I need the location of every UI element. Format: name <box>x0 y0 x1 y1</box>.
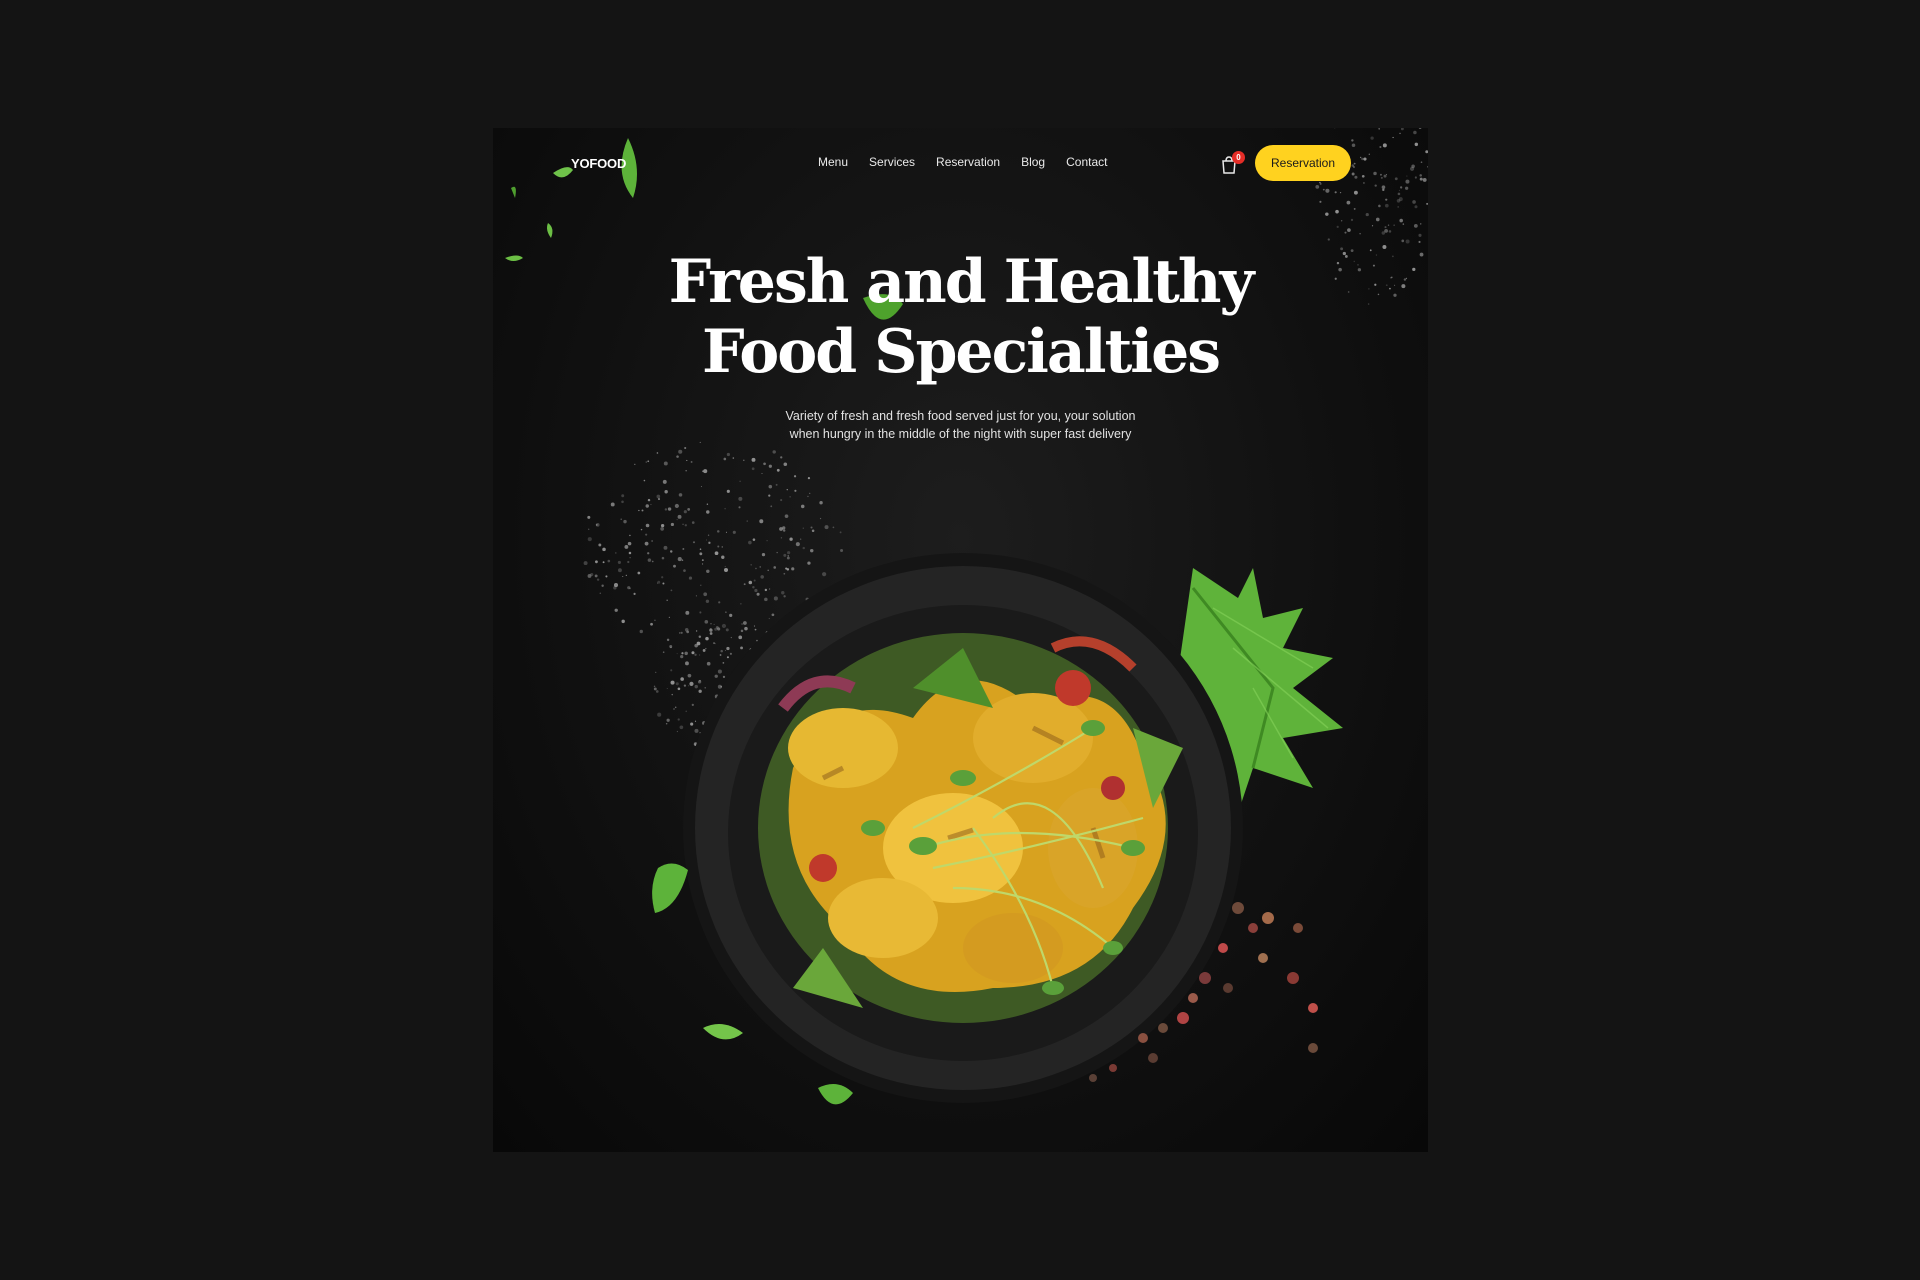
hero-title: Fresh and Healthy Food Specialties <box>493 247 1428 387</box>
leaf-icon <box>703 1024 743 1040</box>
reservation-button[interactable]: Reservation <box>1255 145 1351 181</box>
landing-page: YOFOOD Menu Services Reservation Blog Co… <box>493 128 1428 1152</box>
nav-item-reservation[interactable]: Reservation <box>936 155 1000 169</box>
hero-title-line1: Fresh and Healthy <box>668 247 1255 317</box>
logo[interactable]: YOFOOD <box>571 156 626 171</box>
cart-button[interactable]: 0 <box>1219 151 1245 177</box>
leaf-icon <box>818 1084 853 1105</box>
main-nav: Menu Services Reservation Blog Contact <box>818 155 1107 169</box>
nav-item-blog[interactable]: Blog <box>1021 155 1045 169</box>
leaf-icon <box>553 167 573 178</box>
nav-item-contact[interactable]: Contact <box>1066 155 1107 169</box>
cart-badge: 0 <box>1232 151 1245 164</box>
nav-item-services[interactable]: Services <box>869 155 915 169</box>
hero-title-line2: Food Specialties <box>701 317 1221 387</box>
logo-text: YOFOOD <box>571 156 627 171</box>
leaf-icon <box>652 863 688 913</box>
nav-item-menu[interactable]: Menu <box>818 155 848 169</box>
hero-subtitle: Variety of fresh and fresh food served j… <box>785 409 1136 441</box>
leaf-icon <box>511 186 516 198</box>
leaf-icon <box>547 223 553 238</box>
